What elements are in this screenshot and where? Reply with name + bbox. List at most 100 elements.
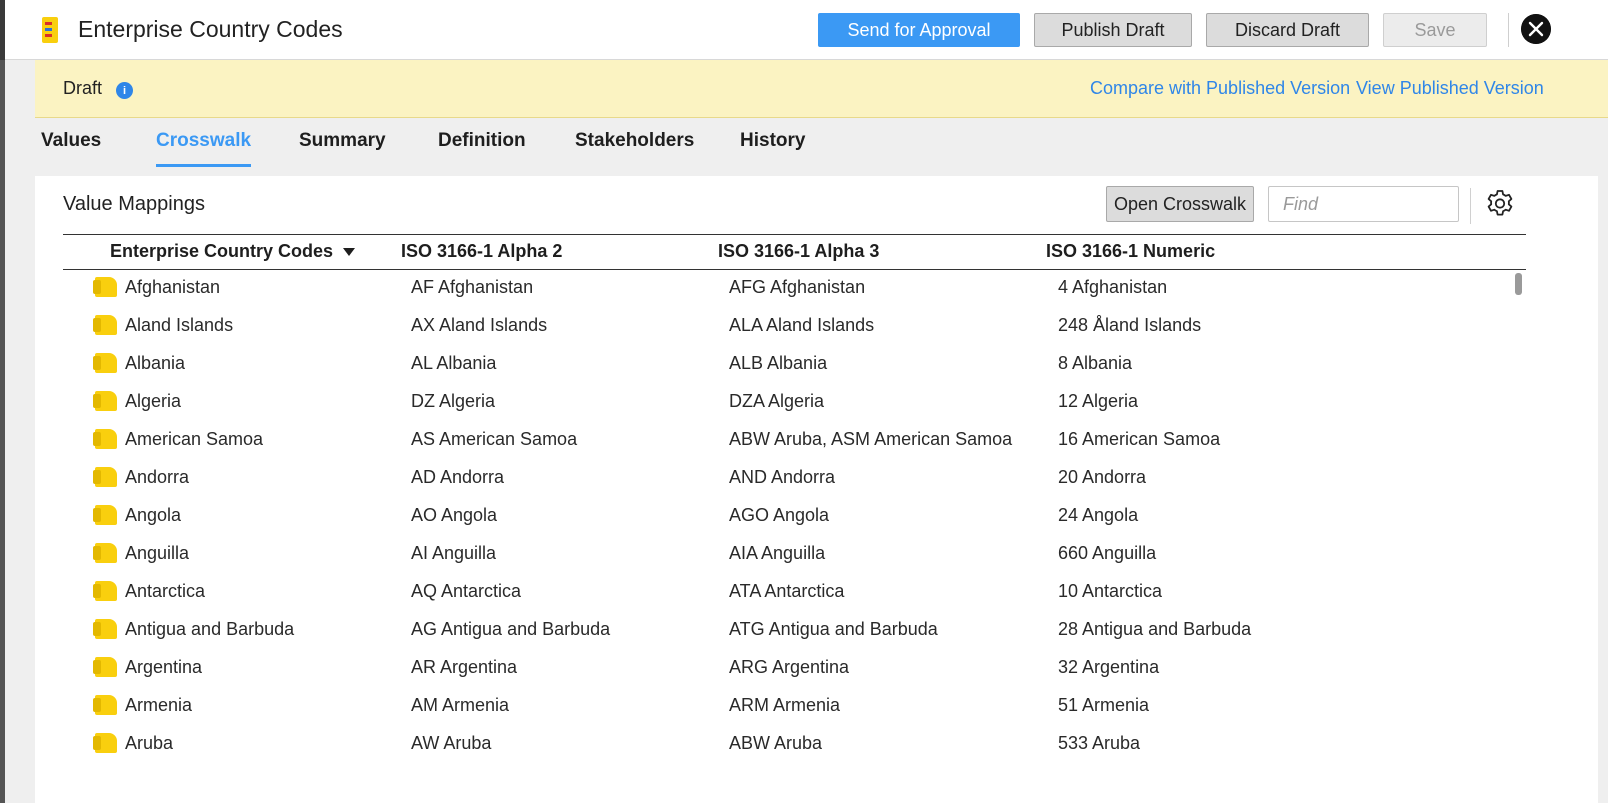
cell-enterprise-code: Antigua and Barbuda	[125, 619, 295, 639]
cell-alpha2: AS American Samoa	[411, 429, 578, 449]
cell-alpha2: AX Aland Islands	[411, 315, 548, 335]
tab-summary[interactable]: Summary	[299, 130, 386, 164]
cell-alpha2: DZ Algeria	[411, 391, 496, 411]
column-header-numeric[interactable]: ISO 3166-1 Numeric	[1046, 241, 1215, 262]
cell-numeric: 16 American Samoa	[1058, 429, 1221, 449]
app-logo-icon	[42, 17, 58, 43]
cell-numeric: 8 Albania	[1058, 353, 1133, 373]
close-icon[interactable]	[1521, 14, 1551, 44]
folder-icon	[93, 619, 117, 639]
cell-alpha2: AI Anguilla	[411, 543, 497, 563]
cell-alpha3: AND Andorra	[729, 467, 836, 487]
column-header-alpha3[interactable]: ISO 3166-1 Alpha 3	[718, 241, 879, 262]
cell-alpha3: ATA Antarctica	[729, 581, 845, 601]
cell-alpha2: AM Armenia	[411, 695, 510, 715]
cell-numeric: 32 Argentina	[1058, 657, 1160, 677]
info-icon[interactable]: i	[116, 82, 133, 99]
open-crosswalk-button[interactable]: Open Crosswalk	[1106, 186, 1254, 222]
cell-numeric: 51 Armenia	[1058, 695, 1150, 715]
cell-numeric: 24 Angola	[1058, 505, 1139, 525]
cell-alpha2: AW Aruba	[411, 733, 492, 753]
app-window: Enterprise Country Codes Send for Approv…	[5, 0, 1608, 803]
folder-icon	[93, 505, 117, 525]
cell-enterprise-code: Angola	[125, 505, 182, 525]
table-row[interactable]: Algeria DZ Algeria DZA Algeria 12 Algeria	[63, 383, 1526, 421]
table-row[interactable]: Antigua and Barbuda AG Antigua and Barbud…	[63, 611, 1526, 649]
tab-values[interactable]: Values	[41, 130, 101, 164]
cell-numeric: 12 Algeria	[1058, 391, 1139, 411]
discard-draft-button[interactable]: Discard Draft	[1206, 13, 1369, 47]
panel-title: Value Mappings	[63, 193, 205, 215]
folder-icon	[93, 543, 117, 563]
column-header-alpha2[interactable]: ISO 3166-1 Alpha 2	[401, 241, 562, 262]
cell-alpha2: AG Antigua and Barbuda	[411, 619, 611, 639]
cell-alpha2: AD Andorra	[411, 467, 505, 487]
top-bar: Enterprise Country Codes Send for Approv…	[5, 0, 1608, 60]
table-body: Afghanistan AF Afghanistan AFG Afghanistan…	[63, 269, 1526, 763]
table-row[interactable]: Anguilla AI Anguilla AIA Anguilla 660 Angui…	[63, 535, 1526, 573]
cell-numeric: 660 Anguilla	[1058, 543, 1157, 563]
cell-enterprise-code: Argentina	[125, 657, 203, 677]
table-row[interactable]: Angola AO Angola AGO Angola 24 Angola	[63, 497, 1526, 535]
folder-icon	[93, 277, 117, 297]
cell-alpha2: AF Afghanistan	[411, 277, 534, 297]
compare-with-published-link[interactable]: Compare with Published Version	[1090, 78, 1350, 99]
draft-banner: Draft i Compare with Published Version V…	[35, 60, 1608, 118]
save-button[interactable]: Save	[1383, 13, 1487, 47]
cell-numeric: 28 Antigua and Barbuda	[1058, 619, 1252, 639]
cell-alpha3: ATG Antigua and Barbuda	[729, 619, 938, 639]
publish-draft-button[interactable]: Publish Draft	[1034, 13, 1192, 47]
folder-icon	[93, 581, 117, 601]
cell-alpha2: AR Argentina	[411, 657, 518, 677]
table-row[interactable]: Aruba AW Aruba ABW Aruba 533 Aruba	[63, 725, 1526, 763]
cell-alpha3: ABW Aruba	[729, 733, 823, 753]
cell-enterprise-code: Albania	[125, 353, 186, 373]
panel-toolbar-divider	[1470, 188, 1471, 224]
cell-enterprise-code: Afghanistan	[125, 277, 221, 297]
cell-enterprise-code: Antarctica	[125, 581, 206, 601]
gear-icon[interactable]	[1484, 188, 1516, 220]
tab-crosswalk[interactable]: Crosswalk	[156, 130, 252, 167]
cell-enterprise-code: Aland Islands	[125, 315, 234, 335]
table-row[interactable]: Aland Islands AX Aland Islands ALA Aland I…	[63, 307, 1526, 345]
table-row[interactable]: Afghanistan AF Afghanistan AFG Afghanistan…	[63, 269, 1526, 307]
send-for-approval-button[interactable]: Send for Approval	[818, 13, 1020, 47]
cell-alpha3: AFG Afghanistan	[729, 277, 866, 297]
folder-icon	[93, 429, 117, 449]
cell-enterprise-code: Aruba	[125, 733, 174, 753]
table-row[interactable]: American Samoa AS American Samoa ABW Aruba…	[63, 421, 1526, 459]
table-row[interactable]: Argentina AR Argentina ARG Argentina 32 Arg…	[63, 649, 1526, 687]
table-row[interactable]: Albania AL Albania ALB Albania 8 Albania	[63, 345, 1526, 383]
toolbar-divider	[1508, 13, 1509, 47]
tab-history[interactable]: History	[740, 130, 805, 164]
column-header-enterprise[interactable]: Enterprise Country Codes	[110, 241, 356, 262]
cell-numeric: 248 Åland Islands	[1058, 315, 1202, 335]
cell-alpha2: AL Albania	[411, 353, 497, 373]
folder-icon	[93, 391, 117, 411]
cell-enterprise-code: Armenia	[125, 695, 193, 715]
cell-alpha3: ABW Aruba, ASM American Samoa	[729, 429, 1013, 449]
cell-enterprise-code: Algeria	[125, 391, 182, 411]
page-title: Enterprise Country Codes	[78, 16, 343, 42]
sort-down-icon[interactable]	[343, 248, 356, 257]
cell-alpha2: AO Angola	[411, 505, 498, 525]
table-header: Enterprise Country Codes ISO 3166-1 Alph…	[63, 234, 1526, 270]
folder-icon	[93, 695, 117, 715]
cell-alpha3: AGO Angola	[729, 505, 830, 525]
table-row[interactable]: Antarctica AQ Antarctica ATA Antarctica 10 …	[63, 573, 1526, 611]
cell-alpha3: ALB Albania	[729, 353, 828, 373]
view-published-link[interactable]: View Published Version	[1356, 78, 1544, 99]
cell-alpha3: DZA Algeria	[729, 391, 825, 411]
cell-alpha3: ALA Aland Islands	[729, 315, 875, 335]
cell-alpha2: AQ Antarctica	[411, 581, 522, 601]
find-input[interactable]	[1268, 186, 1459, 222]
tab-stakeholders[interactable]: Stakeholders	[575, 130, 694, 164]
cell-enterprise-code: American Samoa	[125, 429, 264, 449]
cell-alpha3: ARG Argentina	[729, 657, 850, 677]
value-mappings-panel: Value Mappings Open Crosswalk Enterprise…	[35, 176, 1598, 803]
table-row[interactable]: Armenia AM Armenia ARM Armenia 51 Armenia	[63, 687, 1526, 725]
table-row[interactable]: Andorra AD Andorra AND Andorra 20 Andorra	[63, 459, 1526, 497]
tab-definition[interactable]: Definition	[438, 130, 526, 164]
cell-enterprise-code: Anguilla	[125, 543, 190, 563]
folder-icon	[93, 657, 117, 677]
